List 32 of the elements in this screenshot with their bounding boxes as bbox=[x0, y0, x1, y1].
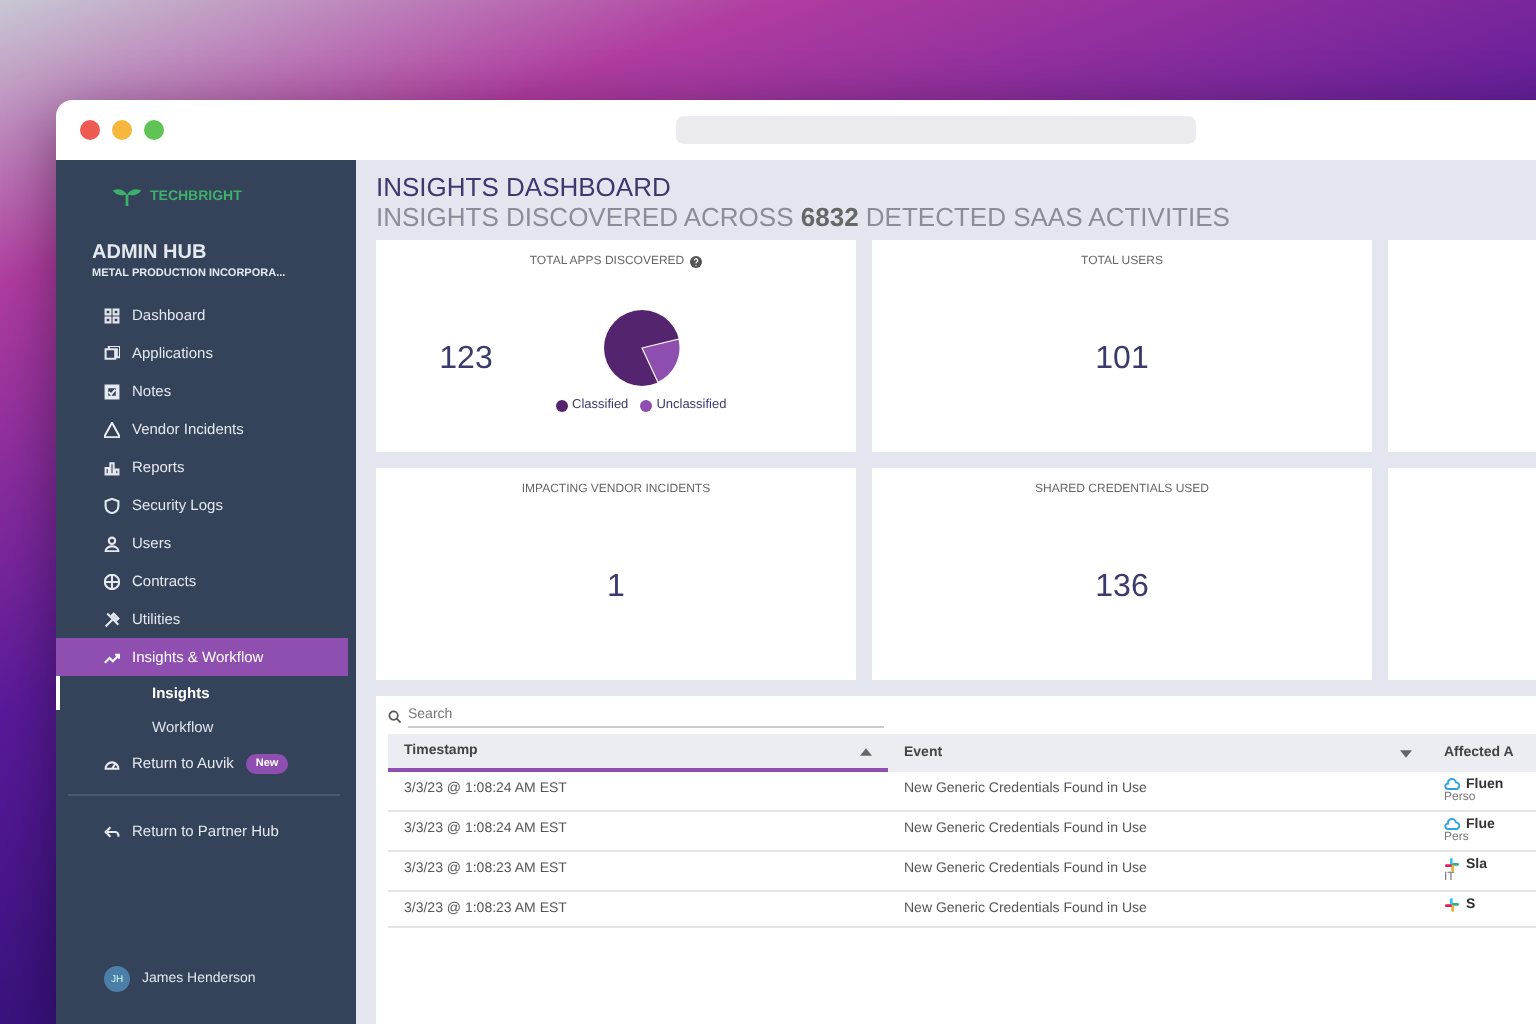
nav-icon bbox=[104, 307, 120, 324]
page-subtitle: INSIGHTS DISCOVERED ACROSS 6832 DETECTED SAAS ACTIVITIES bbox=[376, 202, 1232, 232]
stat-value: 123 bbox=[437, 342, 495, 378]
nav-icon bbox=[104, 611, 120, 628]
stat-value: 136 bbox=[1095, 570, 1149, 606]
cloud-icon bbox=[1444, 818, 1460, 832]
pie-chart-drawing bbox=[601, 308, 682, 388]
window-control-dot[interactable] bbox=[112, 120, 132, 140]
hash-logo-icon bbox=[1444, 858, 1460, 872]
page-title: INSIGHTS DASHBOARD bbox=[376, 172, 673, 202]
leaf-logo-icon bbox=[112, 188, 142, 207]
stat-value: 101 bbox=[1095, 342, 1149, 378]
back-arrow-icon bbox=[104, 823, 120, 840]
nav-icon bbox=[104, 345, 120, 362]
nav-icon bbox=[104, 649, 120, 666]
nav-icon bbox=[104, 497, 120, 514]
hash-logo-icon bbox=[1444, 898, 1460, 912]
cloud-icon bbox=[1444, 778, 1460, 792]
window-control-dot[interactable] bbox=[144, 120, 164, 140]
nav-icon bbox=[104, 755, 120, 772]
stat-value: 1 bbox=[607, 570, 625, 606]
nav-icon bbox=[104, 573, 120, 590]
help-icon[interactable] bbox=[690, 256, 703, 268]
nav-icon bbox=[104, 383, 120, 400]
nav-icon bbox=[104, 421, 120, 438]
window-control-dot[interactable] bbox=[80, 120, 100, 140]
hub-title: ADMIN HUB bbox=[92, 242, 209, 265]
sort-caret-icon bbox=[860, 747, 872, 755]
nav-icon bbox=[104, 535, 120, 552]
search-icon bbox=[388, 709, 402, 723]
sort-caret-icon bbox=[1400, 749, 1412, 757]
nav-icon bbox=[104, 459, 120, 476]
